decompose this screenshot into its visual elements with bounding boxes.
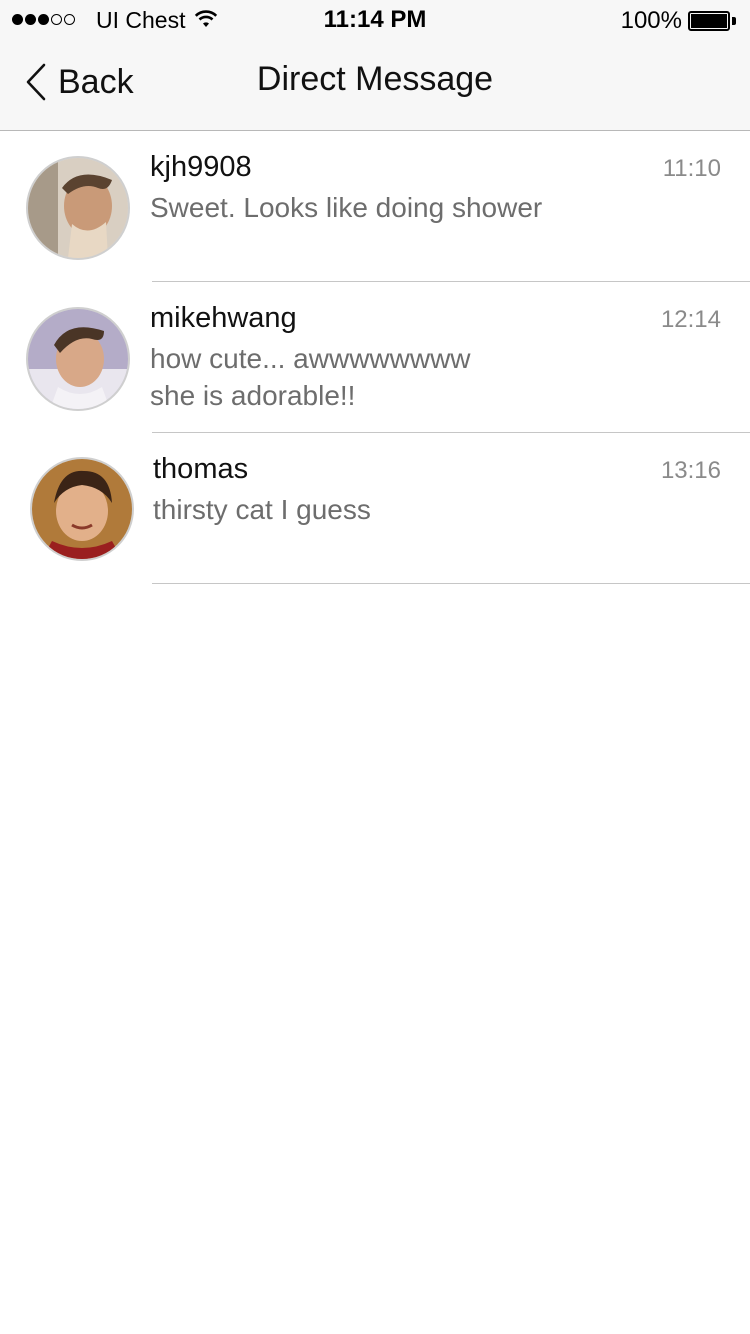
message-preview-line: she is adorable!! xyxy=(150,380,356,411)
message-preview: thirsty cat I guess xyxy=(153,491,673,528)
message-time: 13:16 xyxy=(660,457,721,484)
message-preview-line: thirsty cat I guess xyxy=(153,494,371,525)
message-username: mikehwang xyxy=(150,302,297,334)
avatar[interactable] xyxy=(26,307,130,411)
row-divider xyxy=(152,583,750,584)
message-username: thomas xyxy=(153,453,249,485)
message-preview: Sweet. Looks like doing shower xyxy=(150,189,670,226)
message-time: 11:10 xyxy=(662,155,721,182)
battery-percent: 100% xyxy=(620,7,682,34)
navigation-bar: Back Direct Message xyxy=(0,40,750,131)
message-preview-line: Sweet. Looks like doing shower xyxy=(150,192,543,223)
message-preview-line: how cute... awwwwwwww xyxy=(150,343,471,374)
status-bar: UI Chest 11:14 PM 100% xyxy=(0,0,750,40)
message-time: 12:14 xyxy=(660,306,721,333)
message-row[interactable]: kjh9908 11:10 Sweet. Looks like doing sh… xyxy=(0,131,750,282)
message-row[interactable]: thomas 13:16 thirsty cat I guess xyxy=(0,433,750,584)
avatar[interactable] xyxy=(26,156,130,260)
message-username: kjh9908 xyxy=(150,151,252,183)
message-preview: how cute... awwwwwwww she is adorable!! xyxy=(150,340,670,414)
battery-icon xyxy=(688,11,736,31)
message-list: kjh9908 11:10 Sweet. Looks like doing sh… xyxy=(0,131,750,584)
avatar[interactable] xyxy=(30,457,134,561)
page-title: Direct Message xyxy=(256,60,494,98)
message-row[interactable]: mikehwang 12:14 how cute... awwwwwwww sh… xyxy=(0,282,750,433)
